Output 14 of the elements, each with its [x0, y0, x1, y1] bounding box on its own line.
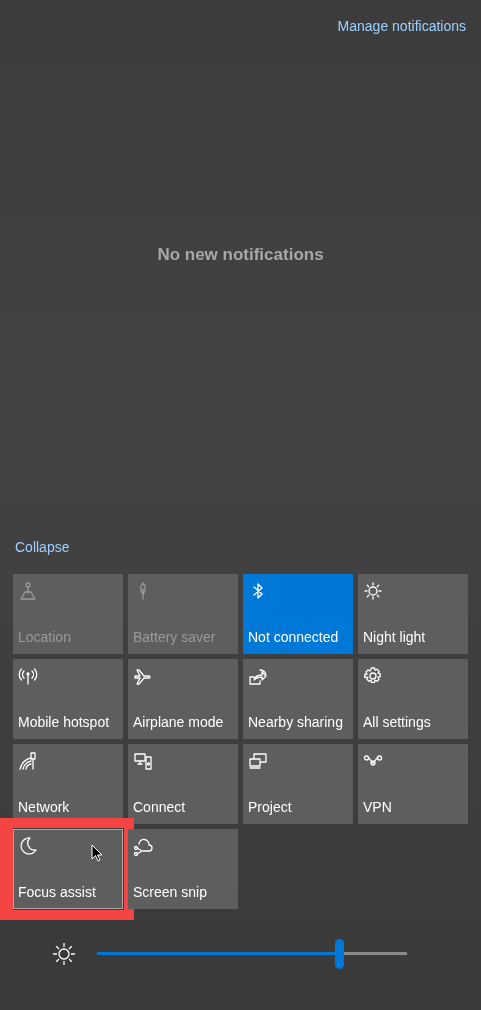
- quick-action-tile[interactable]: Project: [243, 744, 353, 824]
- manage-notifications-link[interactable]: Manage notifications: [337, 16, 466, 50]
- quick-action-tile[interactable]: Screen snip: [128, 829, 238, 909]
- quick-action-tile[interactable]: Mobile hotspot: [13, 659, 123, 739]
- quick-action-tile[interactable]: Not connected: [243, 574, 353, 654]
- quick-action-tile[interactable]: Connect: [128, 744, 238, 824]
- quick-action-tile[interactable]: Airplane mode: [128, 659, 238, 739]
- quick-action-tile[interactable]: All settings: [358, 659, 468, 739]
- quick-action-tile[interactable]: Nearby sharing: [243, 659, 353, 739]
- quick-action-tile[interactable]: VPN: [358, 744, 468, 824]
- quick-action-tile[interactable]: Night light: [358, 574, 468, 654]
- empty-message: No new notifications: [157, 245, 324, 264]
- collapse-link[interactable]: Collapse: [15, 539, 70, 555]
- quick-action-tile[interactable]: Focus assist: [13, 829, 123, 909]
